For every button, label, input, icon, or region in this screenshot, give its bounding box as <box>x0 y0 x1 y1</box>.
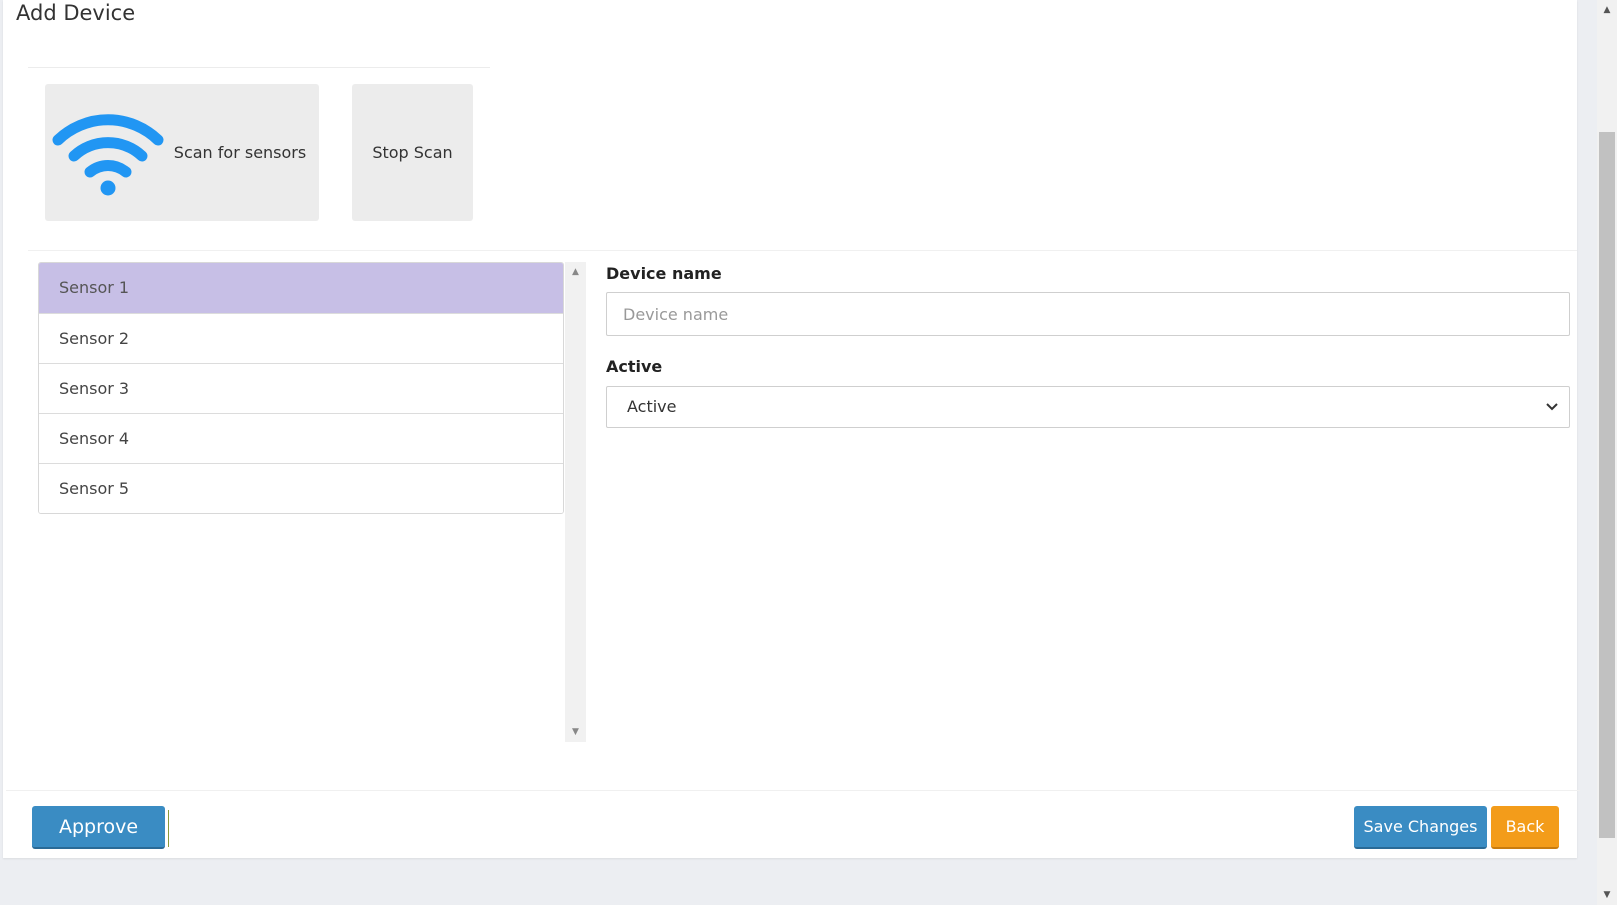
device-name-label: Device name <box>606 264 722 283</box>
device-name-input[interactable] <box>606 292 1570 336</box>
sensor-list-item[interactable]: Sensor 5 <box>39 463 563 513</box>
stop-scan-button[interactable]: Stop Scan <box>352 84 473 221</box>
scan-for-sensors-button[interactable]: Scan for sensors <box>45 84 319 221</box>
sensor-list-item[interactable]: Sensor 3 <box>39 363 563 413</box>
text-caret <box>168 810 169 847</box>
page-scrollbar[interactable]: ▲ ▼ <box>1597 0 1617 905</box>
active-select[interactable]: Active <box>606 386 1570 428</box>
divider <box>6 790 1580 791</box>
add-device-card: Add Device Scan for sensors Stop Scan Se… <box>3 0 1580 858</box>
chevron-down-icon <box>1545 387 1559 427</box>
sensor-list: Sensor 1 Sensor 2 Sensor 3 Sensor 4 Sens… <box>38 262 564 514</box>
page-title: Add Device <box>16 1 136 25</box>
scan-for-sensors-label: Scan for sensors <box>173 143 307 162</box>
approve-button[interactable]: Approve <box>32 806 165 849</box>
divider <box>28 67 490 68</box>
sensor-list-item[interactable]: Sensor 4 <box>39 413 563 463</box>
divider <box>28 250 1577 251</box>
sensor-list-item[interactable]: Sensor 1 <box>39 263 563 313</box>
sensor-list-scrollbar[interactable]: ▲ ▼ <box>565 262 586 742</box>
active-label: Active <box>606 357 663 376</box>
back-button[interactable]: Back <box>1491 806 1559 849</box>
active-select-value: Active <box>627 397 677 416</box>
wifi-icon <box>52 113 164 195</box>
sensor-list-item[interactable]: Sensor 2 <box>39 313 563 363</box>
scroll-down-icon[interactable]: ▼ <box>565 724 586 740</box>
scroll-down-icon[interactable]: ▼ <box>1597 887 1617 903</box>
save-changes-button[interactable]: Save Changes <box>1354 806 1487 849</box>
scroll-up-icon[interactable]: ▲ <box>565 264 586 280</box>
stop-scan-label: Stop Scan <box>372 143 453 162</box>
scrollbar-thumb[interactable] <box>1599 132 1615 838</box>
scroll-up-icon[interactable]: ▲ <box>1597 2 1617 18</box>
